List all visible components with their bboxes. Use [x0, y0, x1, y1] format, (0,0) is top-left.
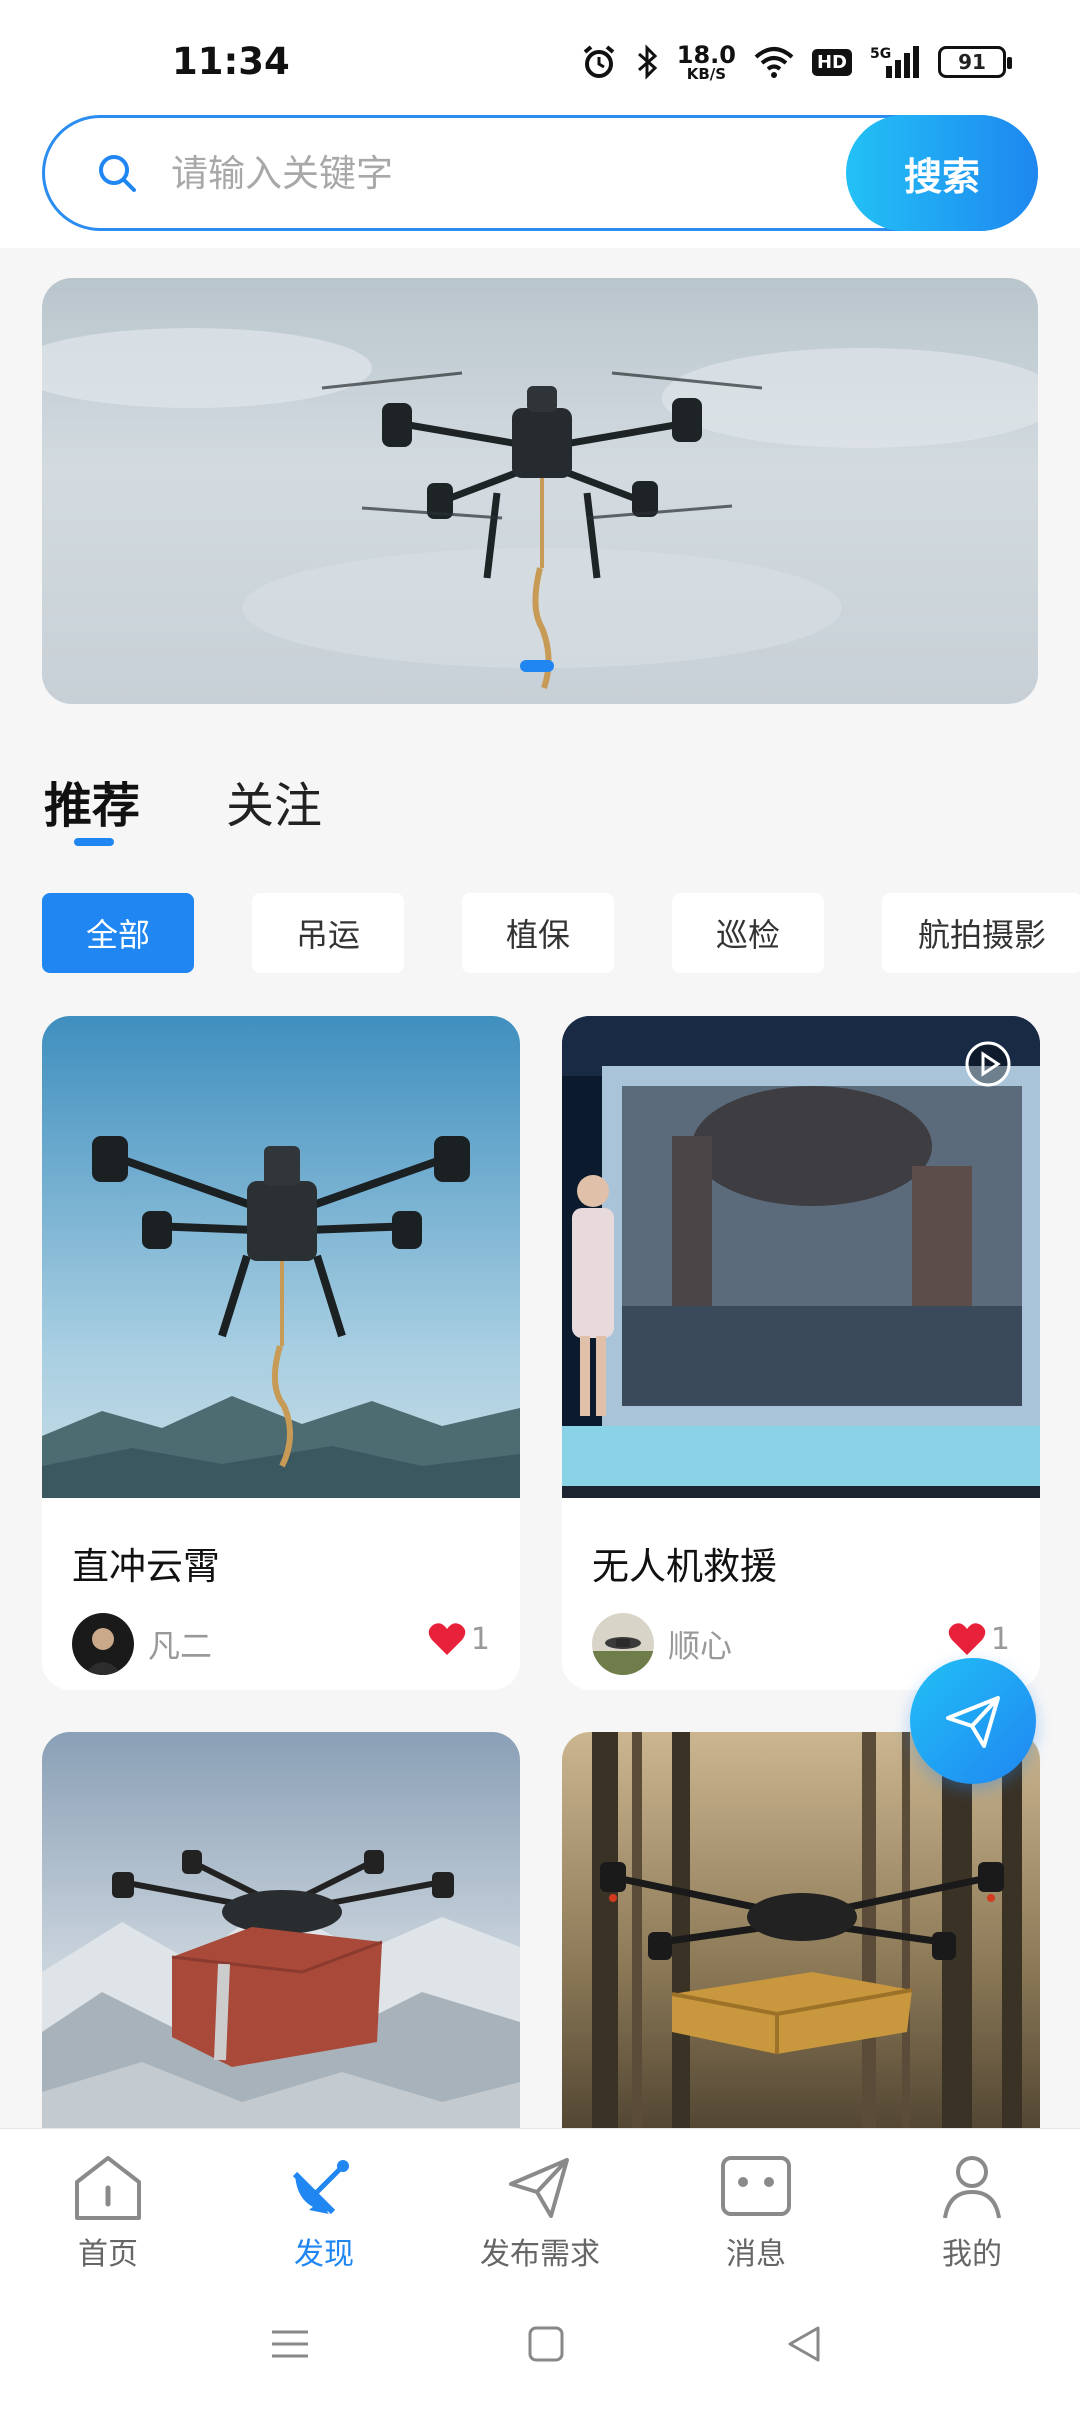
network-speed: 18.0 KB/S [676, 40, 736, 83]
main-tabs: 推荐 关注 [44, 766, 322, 846]
like-count[interactable]: 1 [427, 1621, 490, 1657]
back-icon[interactable] [784, 2322, 824, 2366]
search-input[interactable] [171, 140, 731, 206]
avatar [72, 1613, 134, 1675]
send-icon [509, 2158, 569, 2218]
status-time: 11:34 [172, 40, 290, 83]
nav-home-label: 首页 [78, 2237, 138, 2272]
category-chips: 全部 吊运 植保 巡检 航拍摄影 [42, 893, 1080, 973]
nav-profile[interactable]: 我的 [864, 2129, 1080, 2292]
post-card[interactable]: 无人机救援 顺心 1 [562, 1016, 1040, 1690]
status-bar: 11:34 18.0 KB/S HD 5G 91 [0, 0, 1080, 105]
category-hoisting[interactable]: 吊运 [252, 893, 404, 973]
tab-active-indicator [74, 838, 114, 846]
post-thumbnail [562, 1016, 1040, 1498]
post-thumbnail [562, 1732, 1040, 2192]
nav-profile-label: 我的 [942, 2237, 1002, 2272]
tab-recommend[interactable]: 推荐 [44, 766, 140, 846]
post-thumbnail [42, 1016, 520, 1498]
bottom-navigation: 首页 发现 发布需求 消息 我的 [0, 2128, 1080, 2292]
video-play-icon [965, 1041, 1011, 1087]
bluetooth-icon [637, 44, 657, 80]
tab-follow[interactable]: 关注 [226, 766, 322, 836]
search-icon [99, 155, 136, 192]
battery-indicator: 91 [938, 46, 1012, 78]
discover-icon [292, 2160, 349, 2215]
status-icons: 18.0 KB/S HD 5G 91 [581, 38, 1012, 86]
app-screen: 11:34 18.0 KB/S HD 5G 91 请输入关键字 搜索 推荐 关注… [0, 0, 1080, 2412]
news-rescue-photo [562, 1016, 1040, 1498]
post-title: 无人机救援 [592, 1545, 777, 1588]
menu-icon[interactable] [268, 2322, 312, 2366]
publish-fab-button[interactable] [910, 1658, 1036, 1784]
message-icon [721, 2156, 791, 2216]
nav-home[interactable]: 首页 [0, 2129, 216, 2292]
post-title: 直冲云霄 [72, 1545, 220, 1588]
post-author[interactable]: 顺心 [592, 1613, 732, 1675]
like-count[interactable]: 1 [947, 1621, 1010, 1657]
send-icon [946, 1696, 1000, 1748]
system-navigation-bar [0, 2292, 1080, 2412]
drone-photo [42, 1016, 520, 1498]
post-card[interactable] [562, 1732, 1040, 2192]
search-button[interactable]: 搜索 [846, 115, 1038, 231]
carousel-indicator [520, 660, 554, 672]
search-area: 搜索 [0, 105, 1080, 248]
post-thumbnail [42, 1732, 520, 2192]
category-plant-protection[interactable]: 植保 [462, 893, 614, 973]
category-aerial-photography[interactable]: 航拍摄影 [882, 893, 1080, 973]
nav-messages-label: 消息 [726, 2237, 786, 2272]
nav-publish[interactable]: 发布需求 [432, 2129, 648, 2292]
home-square-icon[interactable] [526, 2322, 566, 2366]
banner-carousel[interactable] [42, 278, 1038, 704]
avatar [592, 1613, 654, 1675]
svg-text:5G: 5G [870, 46, 891, 62]
post-author[interactable]: 凡二 [72, 1613, 212, 1675]
wifi-icon [754, 47, 794, 78]
nav-discover[interactable]: 发现 [216, 2129, 432, 2292]
nav-discover-label: 发现 [294, 2237, 354, 2272]
heart-icon [948, 1623, 986, 1655]
author-name: 顺心 [668, 1627, 733, 1665]
hd-badge: HD [811, 48, 852, 76]
banner-drone-image [42, 328, 1038, 689]
nav-messages[interactable]: 消息 [648, 2129, 864, 2292]
drone-delivery-photo [42, 1732, 520, 2192]
alarm-icon [583, 45, 615, 78]
author-name: 凡二 [148, 1627, 213, 1665]
signal-icon: 5G [870, 46, 919, 78]
post-card[interactable] [42, 1732, 520, 2192]
search-box[interactable]: 搜索 [42, 115, 1038, 231]
post-card[interactable]: 直冲云霄 凡二 1 [42, 1016, 520, 1690]
nav-publish-label: 发布需求 [480, 2237, 600, 2272]
user-icon [943, 2156, 1001, 2219]
category-all[interactable]: 全部 [42, 893, 194, 973]
forest-drone-photo [562, 1732, 1040, 2192]
home-icon [75, 2156, 141, 2220]
heart-icon [428, 1623, 466, 1655]
category-inspection[interactable]: 巡检 [672, 893, 824, 973]
